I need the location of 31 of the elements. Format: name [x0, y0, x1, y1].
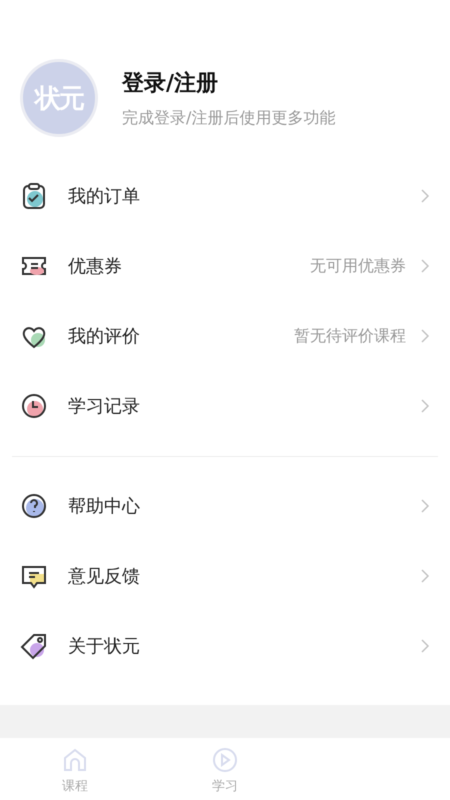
menu-value: 无可用优惠券 [310, 256, 406, 276]
clock-icon [20, 392, 48, 420]
menu-item[interactable]: 学习记录 [0, 371, 450, 441]
menu-item[interactable]: 我的订单 [0, 161, 450, 231]
login-subtitle: 完成登录/注册后使用更多功能 [122, 108, 336, 128]
login-title[interactable]: 登录/注册 [122, 68, 336, 98]
menu-item[interactable]: 帮助中心 [0, 471, 450, 541]
chevron-icon [420, 328, 430, 344]
menu-label: 帮助中心 [68, 495, 141, 518]
menu-item[interactable]: 意见反馈 [0, 541, 450, 611]
clipboard-icon [20, 182, 48, 210]
chevron-icon [420, 398, 430, 414]
chevron-icon [420, 498, 430, 514]
tag-icon [20, 632, 48, 660]
chevron-icon [420, 258, 430, 274]
menu-item[interactable]: 关于状元 [0, 611, 450, 681]
menu-label: 我的订单 [68, 185, 141, 208]
menu-item[interactable]: 我的评价 暂无待评价课程 [0, 301, 450, 371]
menu-item[interactable]: 优惠券 无可用优惠券 [0, 231, 450, 301]
chevron-icon [420, 568, 430, 584]
menu-label: 意见反馈 [68, 565, 141, 588]
chevron-icon [420, 638, 430, 654]
chevron-icon [420, 188, 430, 204]
menu-value: 暂无待评价课程 [294, 326, 406, 346]
play-icon [211, 746, 239, 774]
menu-label: 关于状元 [68, 635, 141, 658]
menu-label: 我的评价 [68, 325, 141, 348]
home-icon [61, 746, 89, 774]
help-icon [20, 492, 48, 520]
menu-label: 优惠券 [68, 255, 123, 278]
menu-label: 学习记录 [68, 395, 141, 418]
